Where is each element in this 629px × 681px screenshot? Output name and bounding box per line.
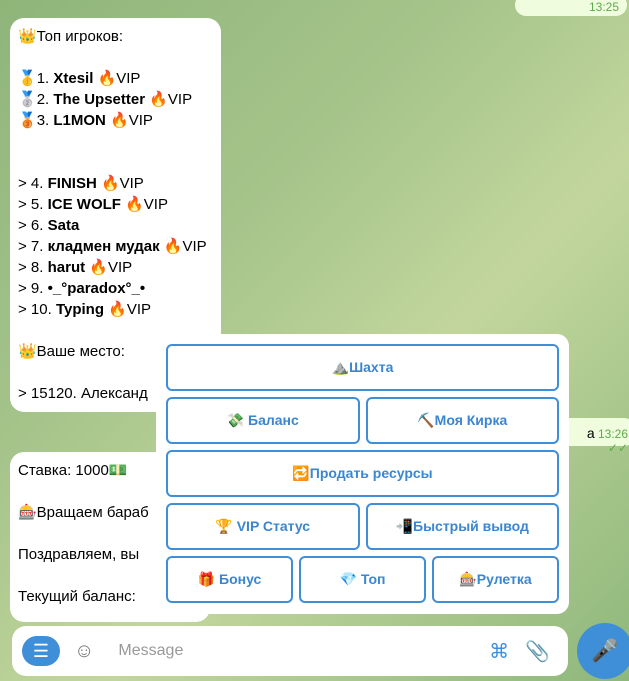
microphone-icon[interactable]: 🎤 xyxy=(577,623,629,679)
message-input-bar: ☰ ☺ Message ⌘ 📎 xyxy=(12,626,568,676)
keyboard-button[interactable]: ⛰️Шахта xyxy=(166,344,559,391)
leaderboard-title: 👑Топ игроков: xyxy=(18,28,124,45)
bot-keyboard: ⛰️Шахта 💸 Баланс ⛏️Моя Кирка 🔁Продать ресур… xyxy=(156,334,569,614)
leaderboard-entry: > 6. Sata xyxy=(18,217,80,234)
leaderboard-entry: > 7. кладмен мудак 🔥VIP xyxy=(18,238,207,255)
keyboard-row: 🎁 Бонус 💎 Топ 🎰Рулетка xyxy=(166,556,559,603)
keyboard-button[interactable]: 🎰Рулетка xyxy=(432,556,559,603)
menu-icon[interactable]: ☰ xyxy=(22,636,60,666)
your-place-number: > 15120. xyxy=(18,385,77,402)
keyboard-row: ⛰️Шахта xyxy=(166,344,559,391)
keyboard-button[interactable]: 💸 Баланс xyxy=(166,397,360,444)
keyboard-button[interactable]: 📲Быстрый вывод xyxy=(365,503,559,550)
leaderboard-entry: 🥈2. The Upsetter 🔥VIP xyxy=(18,91,193,108)
leaderboard-entry: > 5. ICE WOLF 🔥VIP xyxy=(18,196,168,213)
keyboard-row: 🔁Продать ресурсы xyxy=(166,450,559,497)
emoji-icon[interactable]: ☺ xyxy=(74,640,94,663)
outgoing-message-top: 13:25 xyxy=(515,0,627,16)
leaderboard-entry: > 10. Typing 🔥VIP xyxy=(18,301,152,318)
leaderboard-entry: 🥉3. L1MON 🔥VIP xyxy=(18,112,153,129)
your-place-name: Александ xyxy=(80,385,148,402)
keyboard-button[interactable]: 🏆 VIP Статус xyxy=(166,503,360,550)
keyboard-button[interactable]: 🔁Продать ресурсы xyxy=(166,450,559,497)
leaderboard-entry: 🥇1. Xtesil 🔥VIP xyxy=(18,70,141,87)
keyboard-button[interactable]: 💎 Топ xyxy=(299,556,426,603)
keyboard-button[interactable]: ⛏️Моя Кирка xyxy=(365,397,559,444)
keyboard-row: 🏆 VIP Статус 📲Быстрый вывод xyxy=(166,503,559,550)
leaderboard-entry: > 4. FINISH 🔥VIP xyxy=(18,175,144,192)
paperclip-icon[interactable]: 📎 xyxy=(525,639,550,664)
command-icon[interactable]: ⌘ xyxy=(489,639,509,664)
message-input[interactable]: Message xyxy=(118,642,481,660)
message-time: 13:25 xyxy=(588,0,619,14)
leaderboard-entry: > 8. harut 🔥VIP xyxy=(18,259,133,276)
keyboard-button[interactable]: 🎁 Бонус xyxy=(166,556,293,603)
leaderboard-entry: > 9. •_°paradox°_• xyxy=(18,280,146,297)
keyboard-row: 💸 Баланс ⛏️Моя Кирка xyxy=(166,397,559,444)
